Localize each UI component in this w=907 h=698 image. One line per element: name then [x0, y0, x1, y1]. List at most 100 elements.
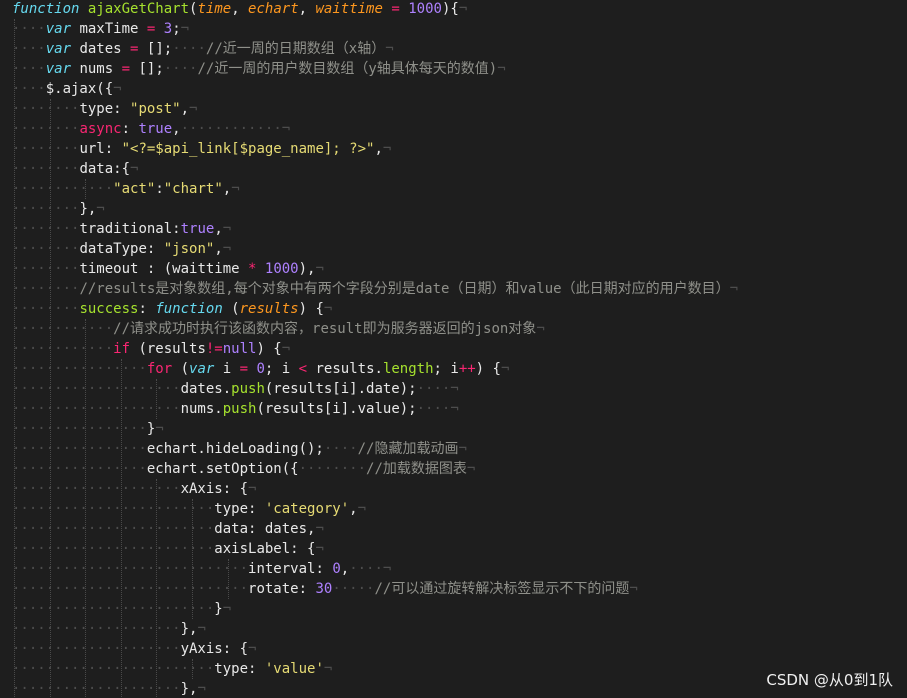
whitespace-marker: ¬	[96, 201, 105, 217]
code-token: maxTime	[71, 21, 147, 37]
code-token: var	[189, 361, 215, 377]
code-token: //加载数据图表	[366, 461, 467, 477]
code-line[interactable]: ························axisLabel: {¬	[12, 539, 324, 559]
code-token: yAxis: {	[180, 641, 249, 657]
code-line[interactable]: ····························rotate: 30··…	[12, 579, 638, 599]
code-line[interactable]: ····························interval: 0,…	[12, 559, 391, 579]
whitespace-marker: ····························	[12, 581, 249, 597]
code-line[interactable]: ················echart.setOption({······…	[12, 459, 475, 479]
code-token: [];	[138, 41, 173, 57]
code-line[interactable]: ············if (results!=null) {¬	[12, 339, 290, 359]
code-line[interactable]: ····$.ajax({¬	[12, 79, 122, 99]
code-token: ,	[214, 241, 223, 257]
code-token: 1000	[264, 261, 299, 277]
code-line[interactable]: ························type: 'category'…	[12, 499, 366, 519]
code-line[interactable]: ········//results是对象数组,每个对象中有两个字段分别是date…	[12, 279, 738, 299]
indent-guide	[85, 179, 87, 199]
code-token: function	[12, 1, 80, 17]
code-token: //可以通过旋转解决标签显示不下的问题	[374, 581, 630, 597]
code-line[interactable]: ····var maxTime = 3;¬	[12, 19, 189, 39]
whitespace-marker: ········	[12, 101, 80, 117]
whitespace-marker: ····¬	[349, 561, 392, 577]
code-line[interactable]: ························data: dates,¬	[12, 519, 324, 539]
code-line[interactable]: ····var nums = [];····//近一周的用户数目数组（y轴具体每…	[12, 59, 506, 79]
code-line[interactable]: ········success: function (results) {¬	[12, 299, 332, 319]
code-token: ;	[172, 21, 181, 37]
code-token: :	[121, 121, 139, 137]
whitespace-marker: ················	[12, 421, 147, 437]
code-token: ,	[340, 561, 350, 577]
code-token: ,	[222, 181, 232, 197]
whitespace-marker: ¬	[385, 41, 394, 57]
code-line[interactable]: ········traditional:true,¬	[12, 219, 231, 239]
whitespace-marker: ········	[12, 301, 80, 317]
code-token: =	[121, 61, 131, 77]
code-token: nums.	[180, 401, 223, 417]
code-token: dates	[71, 41, 131, 57]
code-line[interactable]: ····················},¬	[12, 619, 206, 639]
code-token: var	[45, 21, 72, 37]
code-line[interactable]: ····var dates = [];····//近一周的日期数组（x轴）¬	[12, 39, 394, 59]
whitespace-marker: ¬	[197, 681, 206, 697]
code-token: type:	[214, 501, 265, 517]
whitespace-marker: ¬	[222, 601, 232, 617]
whitespace-marker: ¬	[315, 261, 324, 277]
code-token: ,	[214, 221, 223, 237]
whitespace-marker: ········	[12, 241, 80, 257]
whitespace-marker: ¬	[231, 181, 240, 197]
whitespace-marker: ····················	[12, 401, 181, 417]
code-line[interactable]: ········data:{¬	[12, 159, 138, 179]
whitespace-marker: ¬	[357, 501, 367, 517]
code-token: type:	[214, 661, 265, 677]
code-line[interactable]: ············"act":"chart",¬	[12, 179, 240, 199]
code-token: 3	[163, 21, 173, 37]
code-token: <	[298, 361, 308, 377]
code-token: traditional:	[79, 221, 181, 237]
indent-guide	[85, 319, 87, 698]
code-line[interactable]: ········type: "post",¬	[12, 99, 197, 119]
whitespace-marker: ····················	[12, 641, 181, 657]
code-line[interactable]: ····················nums.push(results[i]…	[12, 399, 459, 419]
whitespace-marker: ····¬	[416, 401, 459, 417]
code-line[interactable]: function ajaxGetChart(time, echart, wait…	[12, 0, 467, 19]
code-token: }	[214, 601, 223, 617]
whitespace-marker: ························	[12, 521, 215, 537]
code-editor[interactable]: function ajaxGetChart (time, echart, wait…	[0, 0, 907, 698]
whitespace-marker: ¬	[113, 81, 122, 97]
whitespace-marker: ····	[163, 61, 198, 77]
whitespace-marker: ¬	[497, 61, 506, 77]
code-token: 'value'	[264, 661, 324, 677]
code-token: ,	[172, 121, 181, 137]
code-line[interactable]: ············//请求成功时执行该函数内容，result即为服务器返回…	[12, 319, 545, 339]
code-line[interactable]: ········timeout : (waittime * 1000),¬	[12, 259, 324, 279]
whitespace-marker: ····························	[12, 561, 249, 577]
code-line[interactable]: ········async: true,············¬	[12, 119, 290, 139]
whitespace-marker: ········	[12, 261, 80, 277]
code-token: =	[391, 1, 400, 17]
whitespace-marker: ························	[12, 661, 215, 677]
code-line[interactable]: ····················dates.push(results[i…	[12, 379, 459, 399]
code-line[interactable]: ························type: 'value'¬	[12, 659, 332, 679]
code-token: timeout : (waittime	[79, 261, 249, 277]
code-token: },	[180, 621, 198, 637]
code-token: echart.hideLoading();	[146, 441, 324, 457]
code-line[interactable]: ····················},¬	[12, 679, 206, 698]
code-token: "post"	[130, 101, 181, 117]
indent-guide	[120, 359, 122, 698]
code-line[interactable]: ················for (var i = 0; i < resu…	[12, 359, 509, 379]
code-line[interactable]: ················}¬	[12, 419, 164, 439]
whitespace-marker: ····	[12, 41, 46, 57]
code-line[interactable]: ········},¬	[12, 199, 105, 219]
code-token: time	[197, 1, 232, 17]
code-line[interactable]: ················echart.hideLoading();···…	[12, 439, 467, 459]
whitespace-marker: ····	[172, 41, 206, 57]
whitespace-marker: ················	[12, 361, 147, 377]
whitespace-marker: ¬	[180, 21, 190, 37]
whitespace-marker: ·····	[332, 581, 375, 597]
whitespace-marker: ¬	[458, 1, 468, 17]
code-line[interactable]: ········url: "<?=$api_link[$page_name]; …	[12, 139, 391, 159]
whitespace-marker: ····	[12, 81, 46, 97]
code-token: ; i	[433, 361, 459, 377]
code-line[interactable]: ········dataType: "json",¬	[12, 239, 231, 259]
